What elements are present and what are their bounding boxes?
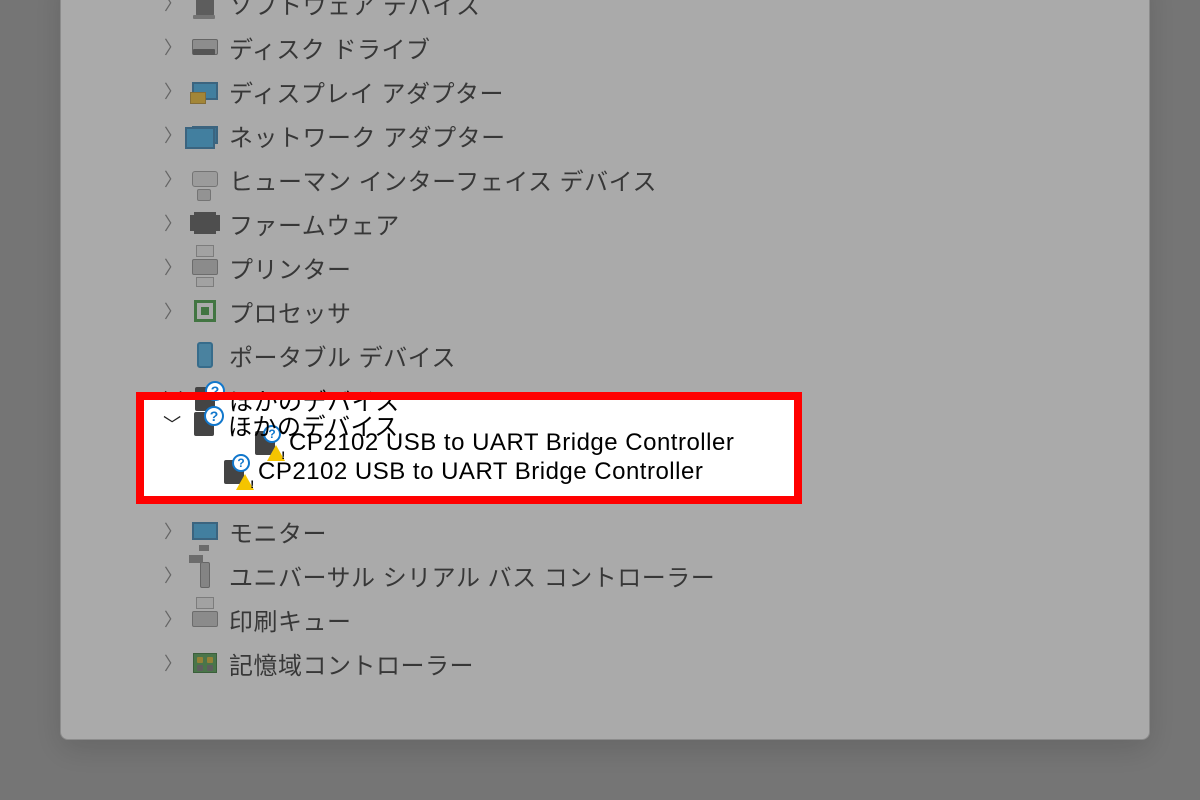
tree-item-print-queues[interactable]: 〉 印刷キュー: [71, 597, 1139, 641]
chevron-right-icon[interactable]: 〉: [161, 166, 185, 192]
software-device-icon: [191, 0, 219, 17]
tree-item-label: ユニバーサル シリアル バス コントローラー: [229, 558, 715, 593]
chevron-right-icon[interactable]: 〉: [161, 34, 185, 60]
chevron-down-icon[interactable]: 〉: [159, 412, 185, 436]
unknown-device-warning-icon: !: [220, 458, 248, 486]
display-adapter-icon: [191, 77, 219, 105]
network-adapter-icon: [191, 121, 219, 149]
hid-icon: [191, 165, 219, 193]
tree-item-label: 印刷キュー: [229, 602, 352, 637]
usb-controller-icon: [191, 561, 219, 589]
tree-item-label: ポータブル デバイス: [229, 338, 456, 373]
chevron-right-icon[interactable]: 〉: [161, 78, 185, 104]
tree-item-network-adapters[interactable]: 〉 ネットワーク アダプター: [71, 113, 1139, 157]
tree-item-label: ソフトウェア デバイス: [229, 0, 480, 21]
tree-item-processors[interactable]: 〉 プロセッサ: [71, 289, 1139, 333]
disk-drive-icon: [191, 33, 219, 61]
tree-item-storage-controllers[interactable]: 〉 記憶域コントローラー: [71, 641, 1139, 685]
storage-controller-icon: [191, 649, 219, 677]
tree-item-label: CP2102 USB to UART Bridge Controller: [258, 458, 703, 486]
tree-item-monitors[interactable]: 〉 モニター: [71, 509, 1139, 553]
device-tree[interactable]: 〉 ソフトウェア デバイス 〉 ディスク ドライブ 〉 ディスプレイ アダプター…: [61, 0, 1149, 705]
other-devices-icon: [190, 410, 218, 438]
chevron-right-icon[interactable]: 〉: [161, 210, 185, 236]
tree-item-disk-drives[interactable]: 〉 ディスク ドライブ: [71, 25, 1139, 69]
tree-item-cp2102-hl[interactable]: ! CP2102 USB to UART Bridge Controller: [144, 448, 794, 496]
tree-item-label: プロセッサ: [229, 294, 352, 329]
tree-item-hid[interactable]: 〉 ヒューマン インターフェイス デバイス: [71, 157, 1139, 201]
portable-device-icon: [191, 341, 219, 369]
firmware-icon: [191, 209, 219, 237]
chevron-right-icon[interactable]: 〉: [161, 298, 185, 324]
tree-item-label: ディスク ドライブ: [229, 30, 431, 65]
tree-item-label: 記憶域コントローラー: [229, 646, 474, 681]
tree-item-label: モニター: [229, 514, 327, 549]
monitor-icon: [191, 517, 219, 545]
chevron-right-icon[interactable]: 〉: [161, 650, 185, 676]
chevron-right-icon[interactable]: 〉: [161, 562, 185, 588]
tree-item-label: ディスプレイ アダプター: [229, 74, 504, 109]
tree-item-printers[interactable]: 〉 プリンター: [71, 245, 1139, 289]
tree-item-usb-controllers[interactable]: 〉 ユニバーサル シリアル バス コントローラー: [71, 553, 1139, 597]
tree-item-label: ネットワーク アダプター: [229, 118, 506, 153]
chevron-right-icon[interactable]: 〉: [161, 606, 185, 632]
tree-item-label: ヒューマン インターフェイス デバイス: [229, 162, 657, 197]
tree-item-other-devices-hl[interactable]: 〉 ほかのデバイス: [144, 400, 794, 448]
chevron-right-icon[interactable]: 〉: [161, 518, 185, 544]
chevron-right-icon[interactable]: 〉: [161, 254, 185, 280]
print-queue-icon: [191, 605, 219, 633]
chevron-right-icon[interactable]: 〉: [161, 122, 185, 148]
tree-item-software-devices[interactable]: 〉 ソフトウェア デバイス: [71, 0, 1139, 25]
device-manager-window: 〉 ソフトウェア デバイス 〉 ディスク ドライブ 〉 ディスプレイ アダプター…: [60, 0, 1150, 740]
tree-item-portable-devices[interactable]: 〉 ポータブル デバイス: [71, 333, 1139, 377]
tree-item-label: プリンター: [229, 250, 352, 285]
processor-icon: [191, 297, 219, 325]
tree-item-label: ほかのデバイス: [228, 407, 399, 442]
highlight-content: 〉 ほかのデバイス ! CP2102 USB to UART Bridge Co…: [144, 400, 794, 496]
tree-item-display-adapters[interactable]: 〉 ディスプレイ アダプター: [71, 69, 1139, 113]
tree-item-label: ファームウェア: [229, 206, 400, 241]
chevron-right-icon[interactable]: 〉: [161, 0, 185, 16]
tree-item-firmware[interactable]: 〉 ファームウェア: [71, 201, 1139, 245]
printer-icon: [191, 253, 219, 281]
